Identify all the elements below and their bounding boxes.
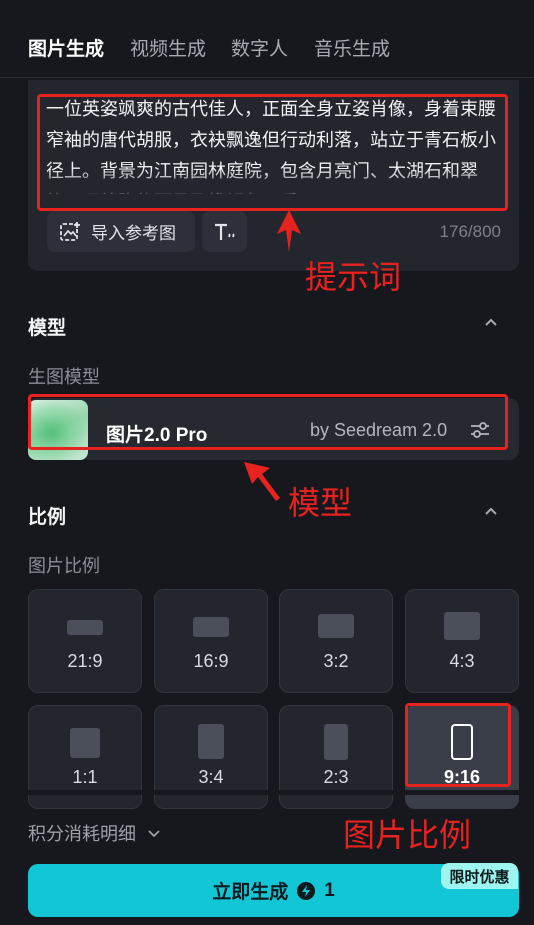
credits-label: 积分消耗明细 — [28, 824, 136, 844]
ratio-label: 21:9 — [67, 651, 103, 671]
ratio-label: 4:3 — [449, 651, 475, 671]
ratio-2-3-icon — [324, 724, 348, 760]
model-section-title: 模型 — [28, 318, 67, 339]
chevron-down-icon — [148, 830, 160, 838]
ratio-16-9-icon — [193, 617, 229, 637]
model-provider: by Seedream 2.0 — [310, 420, 448, 440]
top-tab-bar: 图片生成 视频生成 数字人 音乐生成 — [0, 0, 534, 78]
generate-cost: 1 — [324, 879, 335, 901]
ratio-4-3-icon — [444, 612, 480, 640]
ratio-annotation-label: 图片比例 — [343, 817, 472, 853]
ratio-option-3-2[interactable]: 3:2 — [279, 589, 393, 693]
ratio-label: 2:3 — [323, 767, 349, 787]
model-sub-label: 生图模型 — [28, 367, 100, 387]
ratio-label: 16:9 — [193, 651, 229, 671]
chevron-up-icon[interactable] — [481, 312, 501, 332]
tab-image-generation[interactable]: 图片生成 — [28, 34, 104, 61]
model-thumbnail — [28, 400, 88, 460]
promo-badge: 限时优惠 — [441, 863, 518, 889]
ratio-9-16-icon — [451, 724, 473, 760]
ratio-option-21-9[interactable]: 21:9 — [28, 589, 142, 693]
tab-music-generation[interactable]: 音乐生成 — [314, 34, 390, 61]
ratio-sub-label: 图片比例 — [28, 556, 100, 576]
ratio-3-2-icon — [318, 614, 354, 638]
text-style-icon — [214, 223, 234, 240]
prompt-fade — [40, 168, 506, 198]
scroll-edge — [0, 790, 534, 795]
sliders-icon[interactable] — [468, 418, 492, 442]
credits-detail-toggle[interactable]: 积分消耗明细 — [28, 820, 162, 846]
text-format-button[interactable] — [202, 211, 247, 252]
model-selector[interactable]: 图片2.0 Pro by Seedream 2.0 — [28, 398, 519, 460]
tab-digital-human[interactable]: 数字人 — [231, 34, 288, 61]
import-reference-label: 导入参考图 — [91, 224, 176, 243]
prompt-char-counter: 176/800 — [439, 222, 501, 241]
ratio-3-4-icon — [198, 724, 224, 759]
arrow-up-icon — [277, 210, 301, 252]
import-reference-button[interactable]: 导入参考图 — [47, 211, 195, 252]
model-name: 图片2.0 Pro — [106, 425, 208, 446]
model-annotation-label: 模型 — [288, 485, 353, 521]
credit-coin-icon — [297, 881, 316, 900]
image-add-icon — [60, 221, 80, 241]
generate-label: 立即生成 — [212, 882, 289, 903]
ratio-label: 9:16 — [443, 767, 481, 787]
ratio-label: 3:4 — [198, 767, 224, 787]
ratio-option-4-3[interactable]: 4:3 — [405, 589, 519, 693]
ratio-label: 1:1 — [72, 767, 98, 787]
ratio-1-1-icon — [70, 728, 100, 758]
prompt-annotation-label: 提示词 — [305, 259, 402, 295]
ratio-option-16-9[interactable]: 16:9 — [154, 589, 268, 693]
ratio-21-9-icon — [67, 620, 103, 635]
arrow-up-left-icon — [244, 462, 280, 501]
tab-video-generation[interactable]: 视频生成 — [130, 34, 206, 61]
ratio-label: 3:2 — [323, 651, 349, 671]
chevron-up-icon[interactable] — [481, 501, 501, 521]
ratio-section-title: 比例 — [28, 507, 67, 528]
